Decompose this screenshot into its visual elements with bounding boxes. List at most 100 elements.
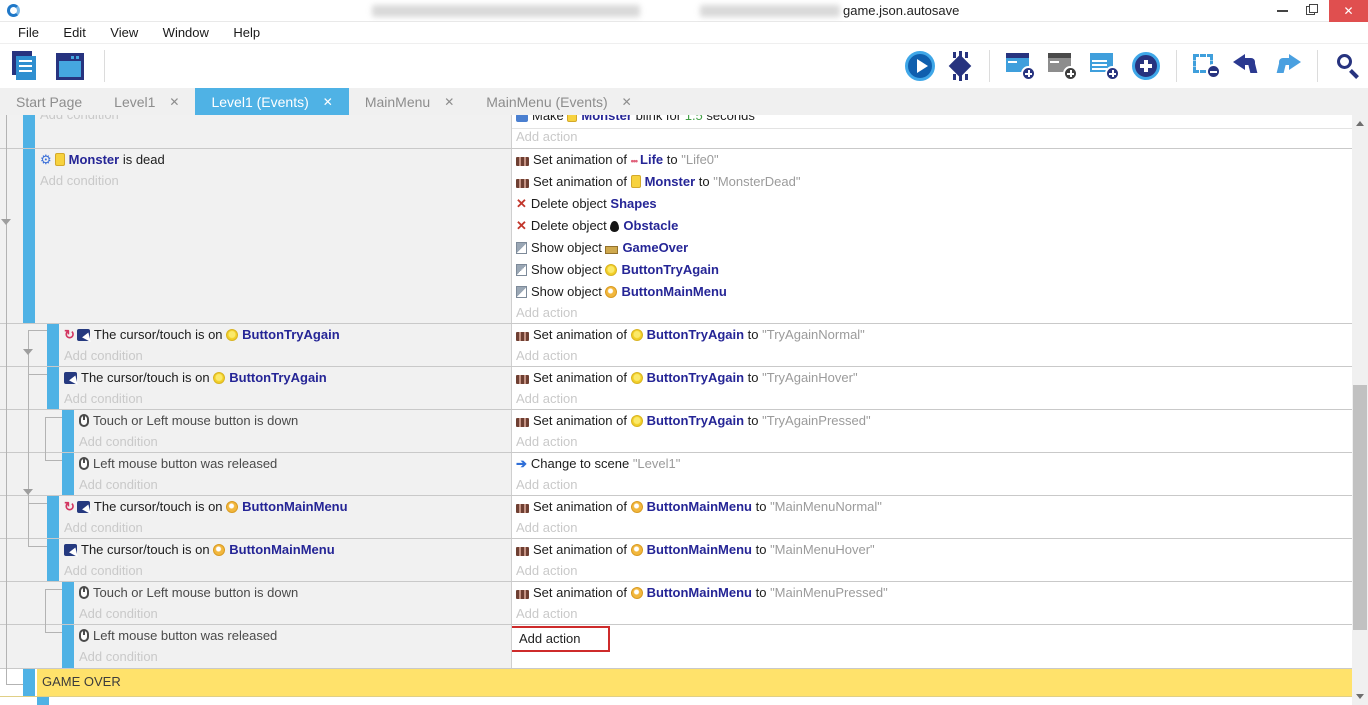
invert-condition-icon: ↻ [64,327,75,342]
add-condition-placeholder[interactable]: Add condition [79,647,511,667]
condition-line[interactable]: The cursor/touch is on ButtonMainMenu [64,539,511,561]
vertical-scrollbar[interactable] [1352,115,1368,705]
add-action-placeholder[interactable]: Add action [516,604,1352,624]
scrollbar-thumb[interactable] [1353,385,1367,630]
cursor-icon [77,329,90,341]
scene-window-icon[interactable] [56,53,84,80]
add-action-placeholder[interactable]: Add action [516,432,1352,452]
add-condition-placeholder[interactable]: Add condition [79,475,511,495]
button-tryagain-icon [605,264,617,276]
redo-icon[interactable] [1273,53,1301,79]
button-mainmenu-icon [605,286,617,298]
add-action-placeholder[interactable]: Add action [516,518,1352,538]
monster-object-icon [631,175,641,188]
tab-close-icon[interactable]: ✕ [622,95,632,109]
add-other-event-icon[interactable] [1132,52,1160,80]
add-action-placeholder[interactable]: Add action [516,303,1352,323]
action-line[interactable]: Set animation of Monster to "MonsterDead… [516,171,1352,193]
tab-close-icon[interactable]: ✕ [323,95,333,109]
comment-row[interactable]: GAME OVER [0,669,1352,697]
button-tryagain-icon [631,415,643,427]
toolbar [0,44,1368,88]
button-mainmenu-icon [213,544,225,556]
action-line[interactable]: Set animation of •••Life to "Life0" [516,149,1352,171]
debug-icon[interactable] [947,52,973,80]
action-line[interactable]: ➔Change to scene "Level1" [516,453,1352,475]
blink-icon [516,115,528,122]
show-object-icon [516,264,527,276]
condition-line[interactable]: ↻The cursor/touch is on ButtonMainMenu [64,496,511,518]
mouse-icon [79,414,89,427]
tab-close-icon[interactable]: ✕ [169,95,179,109]
add-action-placeholder[interactable]: Add action [516,127,1352,147]
action-line[interactable]: ✕Delete object Shapes [516,193,1352,215]
cursor-icon [64,372,77,384]
add-condition-placeholder[interactable]: Add condition [64,389,511,409]
button-mainmenu-icon [631,587,643,599]
add-condition-placeholder[interactable]: Add condition [64,561,511,581]
add-action-placeholder[interactable]: Add action [516,346,1352,366]
add-subevent-icon[interactable] [1048,51,1078,81]
add-action-placeholder[interactable]: Add action [516,389,1352,409]
add-action-placeholder[interactable]: Add action [516,561,1352,581]
delete-selection-icon[interactable] [1193,53,1221,79]
add-action-placeholder[interactable]: Add action [516,475,1352,495]
add-comment-icon[interactable] [1090,51,1120,81]
action-line[interactable]: Show object ButtonTryAgain [516,259,1352,281]
add-condition-placeholder[interactable]: Add condition [40,115,511,125]
action-line[interactable]: ✕Delete object Obstacle [516,215,1352,237]
action-line[interactable]: Set animation of ButtonMainMenu to "Main… [516,582,1352,604]
action-line[interactable]: Set animation of ButtonMainMenu to "Main… [516,496,1352,518]
add-condition-placeholder[interactable]: Add condition [64,346,511,366]
animation-icon [516,418,529,427]
animation-icon [516,179,529,188]
tab-mainmenu[interactable]: MainMenu ✕ [349,88,470,115]
condition-line[interactable]: Touch or Left mouse button is down [79,410,511,432]
add-event-icon[interactable] [1006,51,1036,81]
animation-icon [516,590,529,599]
condition-line[interactable]: ↻The cursor/touch is on ButtonTryAgain [64,324,511,346]
comment-text: GAME OVER [42,674,121,689]
tab-close-icon[interactable]: ✕ [444,95,454,109]
tabbar: Start Page Level1 ✕ Level1 (Events) ✕ Ma… [0,88,1368,115]
action-line[interactable]: Set animation of ButtonTryAgain to "TryA… [516,367,1352,389]
add-condition-placeholder[interactable]: Add condition [79,432,511,452]
menu-view[interactable]: View [100,22,148,43]
event-row-mouse-down-mainmenu: Touch or Left mouse button is down Add c… [0,582,1352,625]
action-line[interactable]: Set animation of ButtonTryAgain to "TryA… [516,324,1352,346]
event-row-cursor-mainmenu-inverted: ↻The cursor/touch is on ButtonMainMenu A… [0,496,1352,539]
menu-edit[interactable]: Edit [53,22,95,43]
mouse-icon [79,586,89,599]
condition-line[interactable]: ⚙Monster is dead [40,149,511,171]
condition-line[interactable]: Left mouse button was released [79,453,511,475]
add-condition-placeholder[interactable]: Add condition [64,518,511,538]
condition-line[interactable]: Left mouse button was released [79,625,511,647]
action-line[interactable]: Set animation of ButtonMainMenu to "Main… [516,539,1352,561]
action-line[interactable]: Set animation of ButtonTryAgain to "TryA… [516,410,1352,432]
tab-level1[interactable]: Level1 ✕ [98,88,195,115]
project-manager-icon[interactable] [10,51,40,81]
close-button[interactable]: ✕ [1329,0,1368,22]
condition-line[interactable]: The cursor/touch is on ButtonTryAgain [64,367,511,389]
add-condition-placeholder[interactable]: Add condition [79,604,511,624]
condition-line[interactable]: Touch or Left mouse button is down [79,582,511,604]
menu-help[interactable]: Help [223,22,270,43]
search-icon[interactable] [1334,52,1362,80]
highlighted-add-action[interactable]: Add action [512,626,610,652]
scroll-up-icon[interactable] [1356,121,1364,126]
undo-icon[interactable] [1233,53,1261,79]
play-button[interactable] [905,51,935,81]
tab-level1-events[interactable]: Level1 (Events) ✕ [195,88,348,115]
show-object-icon [516,242,527,254]
action-line[interactable]: Make Monster blink for 1.5 seconds [516,115,1352,127]
menu-window[interactable]: Window [153,22,219,43]
tab-mainmenu-events[interactable]: MainMenu (Events) ✕ [470,88,647,115]
add-condition-placeholder[interactable]: Add condition [40,171,511,191]
action-line[interactable]: Show object ButtonMainMenu [516,281,1352,303]
tab-start-page[interactable]: Start Page [0,88,98,115]
menu-file[interactable]: File [8,22,49,43]
restore-button[interactable] [1298,0,1324,22]
action-line[interactable]: Show object GameOver [516,237,1352,259]
scroll-down-icon[interactable] [1356,694,1364,699]
minimize-button[interactable] [1270,0,1296,22]
